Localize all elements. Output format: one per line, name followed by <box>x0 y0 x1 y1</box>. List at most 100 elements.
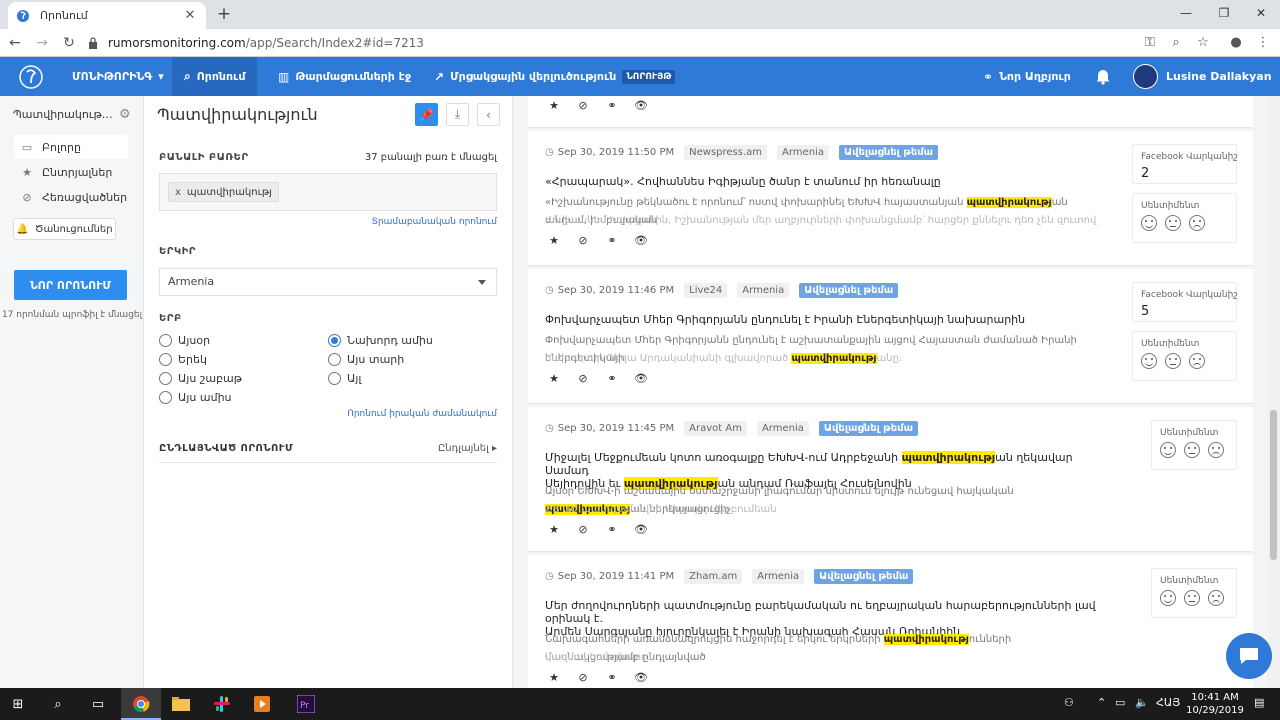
country-select[interactable]: Armenia <box>159 268 497 296</box>
star-icon[interactable]: ★ <box>545 97 563 115</box>
eye-icon[interactable]: 👁 <box>632 232 650 250</box>
nav-search[interactable]: ⌕ Որոնում <box>172 57 258 96</box>
task-view-icon[interactable]: ▭ <box>86 692 110 716</box>
period-this-month[interactable]: Այս ամիս <box>159 391 232 404</box>
extended-search-row[interactable]: ԸՆԴԼԱՅՆՎԱԾ ՈՐՈՆՈՒՄ Ընդլայնել ▸ <box>159 439 497 463</box>
source-chip[interactable]: Zham.am <box>684 569 743 584</box>
key-icon[interactable]: ⚿ <box>1140 33 1160 53</box>
notifications-icon[interactable]: ▤ <box>1254 696 1264 709</box>
people-icon[interactable]: ⚇ <box>1064 696 1074 709</box>
slack-icon[interactable] <box>210 692 234 716</box>
app-logo-icon[interactable] <box>18 64 44 90</box>
card-title[interactable]: Փոխվարչապետ Մհեր Գրիգորյանն ընդունել է Ի… <box>545 313 1105 326</box>
sad-face-icon[interactable] <box>1208 590 1224 606</box>
sad-face-icon[interactable] <box>1208 442 1224 458</box>
star-icon[interactable]: ★ <box>545 521 563 539</box>
gear-icon[interactable]: ⚙ <box>119 107 131 122</box>
period-last-month[interactable]: Նախորդ ամիս <box>328 334 433 347</box>
block-icon[interactable]: ⊘ <box>574 232 592 250</box>
scrollbar[interactable] <box>1267 96 1280 688</box>
period-this-week[interactable]: Այս շաբաթ <box>159 372 242 385</box>
card-title[interactable]: «Հրապարակ». Հովհաննես Իգիթյանը ծանր է տա… <box>545 175 1105 188</box>
collapse-icon[interactable]: ‹ <box>477 103 500 126</box>
pin-icon[interactable]: 📌 <box>415 103 438 126</box>
add-topic-button[interactable]: Ավելացնել թեմա <box>838 145 939 160</box>
expand-link[interactable]: Ընդլայնել ▸ <box>438 443 497 454</box>
more-menu-icon[interactable]: ⋮ <box>1253 33 1273 53</box>
source-chip[interactable]: Aravot Am <box>684 421 747 436</box>
file-explorer-icon[interactable] <box>169 692 193 716</box>
neutral-face-icon[interactable] <box>1165 353 1181 369</box>
bookmark-star-icon[interactable]: ☆ <box>1193 33 1213 53</box>
sad-face-icon[interactable] <box>1189 215 1205 231</box>
new-source-link[interactable]: ⚭ Նոր Աղբյուր <box>983 57 1071 96</box>
keywords-input[interactable]: x պատվիրակությ <box>159 173 497 211</box>
link-icon[interactable]: ⚭ <box>603 669 621 687</box>
link-icon[interactable]: ⚭ <box>603 370 621 388</box>
new-tab-icon[interactable]: + <box>214 4 234 24</box>
add-topic-button[interactable]: Ավելացնել թեմա <box>814 569 914 584</box>
scrollbar-thumb[interactable] <box>1270 410 1277 560</box>
tray-chevron-icon[interactable]: ⌃ <box>1097 696 1106 709</box>
nav-monitoring[interactable]: ՄՈՆԻԹՈՐԻՆԳ ▾ <box>72 57 164 96</box>
block-icon[interactable]: ⊘ <box>574 97 592 115</box>
user-menu[interactable]: Lusine Dallakyan ▾ <box>1166 57 1280 122</box>
eye-icon[interactable]: 👁 <box>632 97 650 115</box>
period-today[interactable]: Այսօր <box>159 334 210 347</box>
close-window-icon[interactable]: ✕ <box>1238 0 1280 29</box>
link-icon[interactable]: ⚭ <box>603 97 621 115</box>
star-icon[interactable]: ★ <box>545 232 563 250</box>
avatar[interactable] <box>1133 64 1158 89</box>
reload-icon[interactable]: ↻ <box>59 33 79 53</box>
add-topic-button[interactable]: Ավելացնել թեմա <box>818 421 918 436</box>
keyword-tag[interactable]: x պատվիրակությ <box>168 182 280 202</box>
nav-competitive[interactable]: ↗ Մրցակցային վերլուծություն ՆՈՐՈՒՅԹ <box>434 57 676 96</box>
bell-icon[interactable] <box>1094 67 1112 85</box>
media-player-icon[interactable] <box>250 692 274 716</box>
sidebar-item-removed[interactable]: ⊘ Հեռացվածներ <box>14 185 128 209</box>
eye-icon[interactable]: 👁 <box>632 370 650 388</box>
input-language[interactable]: ՀԱՅ <box>1156 696 1180 709</box>
windows-start-icon[interactable]: ⊞ <box>6 692 30 716</box>
forward-icon[interactable]: → <box>32 33 52 53</box>
close-tab-icon[interactable]: ✕ <box>182 8 198 23</box>
star-icon[interactable]: ★ <box>545 370 563 388</box>
link-icon[interactable]: ⚭ <box>603 521 621 539</box>
profile-icon[interactable]: ● <box>1226 33 1246 53</box>
sidebar-item-favorites[interactable]: ★ Ընտրյալներ <box>14 160 128 184</box>
sidebar-item-all[interactable]: ▭ Բոլորը <box>14 135 128 159</box>
remove-tag-icon[interactable]: x <box>175 187 181 198</box>
block-icon[interactable]: ⊘ <box>574 370 592 388</box>
back-icon[interactable]: ← <box>5 33 25 53</box>
nav-publications[interactable]: ▥ Թարմացումների էջ <box>278 57 411 96</box>
browser-tab[interactable]: Որոնում ✕ <box>8 2 206 29</box>
period-yesterday[interactable]: Երեկ <box>159 353 207 366</box>
chat-button[interactable] <box>1226 633 1272 679</box>
new-search-button[interactable]: ՆՈՐ ՈՐՈՆՈՒՄ <box>14 270 127 300</box>
realtime-search-link[interactable]: Որոնում իրական ժամանակում <box>347 409 497 419</box>
volume-icon[interactable]: 🔈 <box>1135 696 1149 709</box>
premiere-icon[interactable]: Pr <box>294 692 318 716</box>
network-icon[interactable]: ▭ <box>1115 696 1125 709</box>
download-icon[interactable]: ⤓ <box>446 103 469 126</box>
period-other[interactable]: Այլ <box>328 372 361 385</box>
logical-search-link[interactable]: Տրամաբանական որոնում <box>372 217 497 227</box>
happy-face-icon[interactable] <box>1141 353 1157 369</box>
eye-icon[interactable]: 👁 <box>632 669 650 687</box>
happy-face-icon[interactable] <box>1160 590 1176 606</box>
clock[interactable]: 10:41 AM 10/29/2019 <box>1184 691 1246 717</box>
block-icon[interactable]: ⊘ <box>574 669 592 687</box>
source-chip[interactable]: Newspress.am <box>684 145 768 160</box>
neutral-face-icon[interactable] <box>1165 215 1181 231</box>
block-icon[interactable]: ⊘ <box>574 521 592 539</box>
url-field[interactable]: rumorsmonitoring.com/app/Search/Index2#i… <box>88 32 1218 54</box>
period-this-year[interactable]: Այս տարի <box>328 353 404 366</box>
add-topic-button[interactable]: Ավելացնել թեմա <box>799 283 899 298</box>
happy-face-icon[interactable] <box>1160 442 1176 458</box>
neutral-face-icon[interactable] <box>1184 442 1200 458</box>
notifications-button[interactable]: 🔔 Ծանուցումներ <box>13 218 116 240</box>
happy-face-icon[interactable] <box>1141 215 1157 231</box>
chrome-icon[interactable] <box>129 692 153 716</box>
star-icon[interactable]: ★ <box>545 669 563 687</box>
sad-face-icon[interactable] <box>1189 353 1205 369</box>
